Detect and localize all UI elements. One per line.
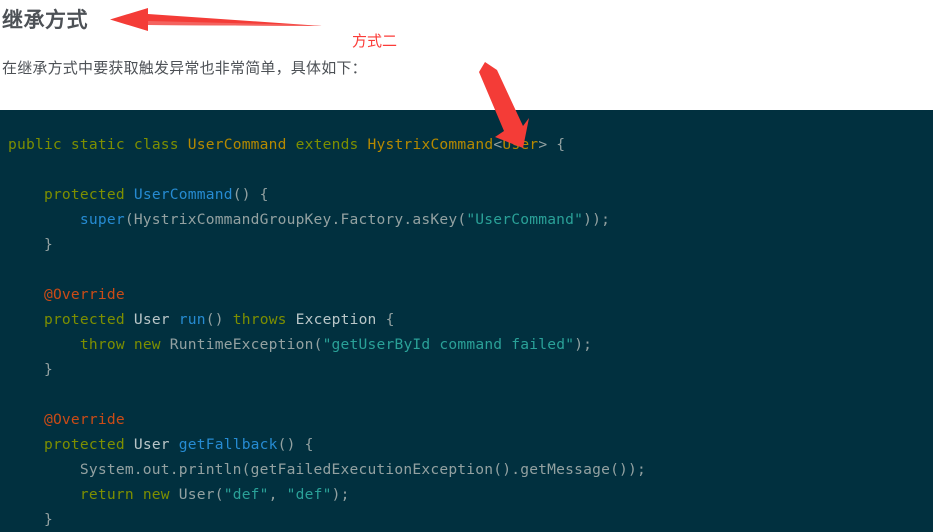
code-block-inner: public static class UserCommand extends …	[8, 110, 933, 532]
code-content[interactable]: public static class UserCommand extends …	[8, 110, 933, 532]
arrow-pointing-to-heading	[110, 8, 322, 31]
page-title: 继承方式	[2, 9, 88, 32]
intro-paragraph: 在继承方式中要获取触发异常也非常简单，具体如下：	[2, 60, 367, 77]
code-block[interactable]: public static class UserCommand extends …	[0, 110, 933, 532]
arrow-pointing-to-heading-taper	[148, 21, 322, 26]
annotation-label-fangshier: 方式二	[352, 33, 398, 50]
page-root: 继承方式 在继承方式中要获取触发异常也非常简单，具体如下： public sta…	[0, 0, 933, 532]
